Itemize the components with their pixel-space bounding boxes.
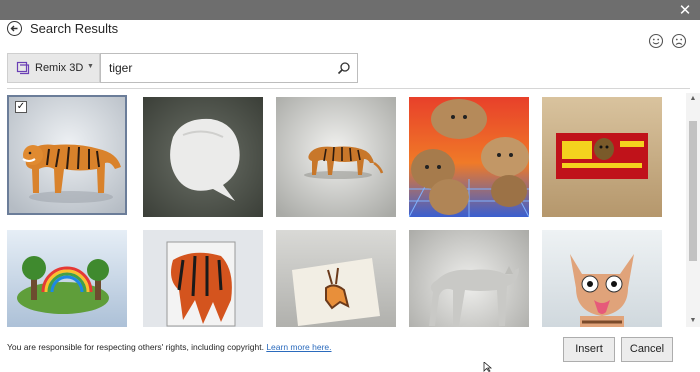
scroll-down-icon[interactable]: ▼ bbox=[686, 315, 700, 327]
search-input[interactable]: tiger bbox=[100, 53, 358, 83]
search-icon[interactable] bbox=[337, 61, 351, 75]
chevron-down-icon: ▼ bbox=[87, 63, 94, 70]
page-title: Search Results bbox=[30, 21, 119, 36]
tiger-card-thumbnail bbox=[143, 230, 263, 327]
back-button[interactable] bbox=[7, 21, 22, 36]
result-tile-grey-cat-model[interactable] bbox=[409, 230, 529, 327]
result-tile-rabbit-card[interactable] bbox=[276, 230, 396, 327]
cartoon-cat-thumbnail bbox=[542, 230, 662, 327]
divider bbox=[7, 88, 690, 89]
cat-faces-thumbnail bbox=[409, 97, 529, 217]
source-label: Remix 3D bbox=[35, 62, 84, 74]
scroll-up-icon[interactable]: ▲ bbox=[686, 93, 700, 105]
result-tile-cartoon-cat[interactable] bbox=[542, 230, 662, 327]
notice-text: You are responsible for respecting other… bbox=[7, 342, 264, 352]
rainbow-diorama-thumbnail bbox=[7, 230, 127, 327]
copyright-notice: You are responsible for respecting other… bbox=[7, 342, 332, 352]
learn-more-link[interactable]: Learn more here. bbox=[266, 342, 331, 352]
result-tile-rainbow-diorama[interactable] bbox=[7, 230, 127, 327]
tiger-thumbnail bbox=[9, 97, 125, 213]
cancel-button[interactable]: Cancel bbox=[621, 337, 673, 362]
window-titlebar: ✕ bbox=[0, 0, 700, 20]
tiger-walking-thumbnail bbox=[276, 97, 396, 217]
selection-checkbox[interactable]: ✓ bbox=[15, 101, 27, 113]
sign-board-thumbnail bbox=[542, 97, 662, 217]
source-dropdown[interactable]: Remix 3D ▼ bbox=[7, 53, 100, 83]
result-tile-cat-faces-collage[interactable] bbox=[409, 97, 529, 217]
remix-3d-icon bbox=[16, 61, 30, 75]
close-icon[interactable]: ✕ bbox=[676, 1, 694, 19]
frown-icon[interactable] bbox=[671, 33, 687, 49]
results-scrollbar[interactable]: ▲ ▼ bbox=[686, 93, 700, 327]
result-tile-white-blob[interactable] bbox=[143, 97, 263, 217]
grey-cat-thumbnail bbox=[409, 230, 529, 327]
results-grid: ✓ bbox=[7, 95, 685, 327]
rabbit-card-thumbnail bbox=[276, 230, 396, 327]
result-tile-tiger-card[interactable] bbox=[143, 230, 263, 327]
back-arrow-icon bbox=[10, 25, 18, 32]
scroll-thumb[interactable] bbox=[689, 121, 697, 261]
insert-button[interactable]: Insert bbox=[563, 337, 615, 362]
mouse-cursor-icon bbox=[483, 362, 493, 372]
result-tile-tiger-standing[interactable]: ✓ bbox=[7, 95, 127, 215]
white-blob-thumbnail bbox=[143, 97, 263, 217]
result-tile-tiger-walking[interactable] bbox=[276, 97, 396, 217]
result-tile-tiger-sign-board[interactable] bbox=[542, 97, 662, 217]
search-value: tiger bbox=[109, 61, 133, 75]
smile-icon[interactable] bbox=[648, 33, 664, 49]
